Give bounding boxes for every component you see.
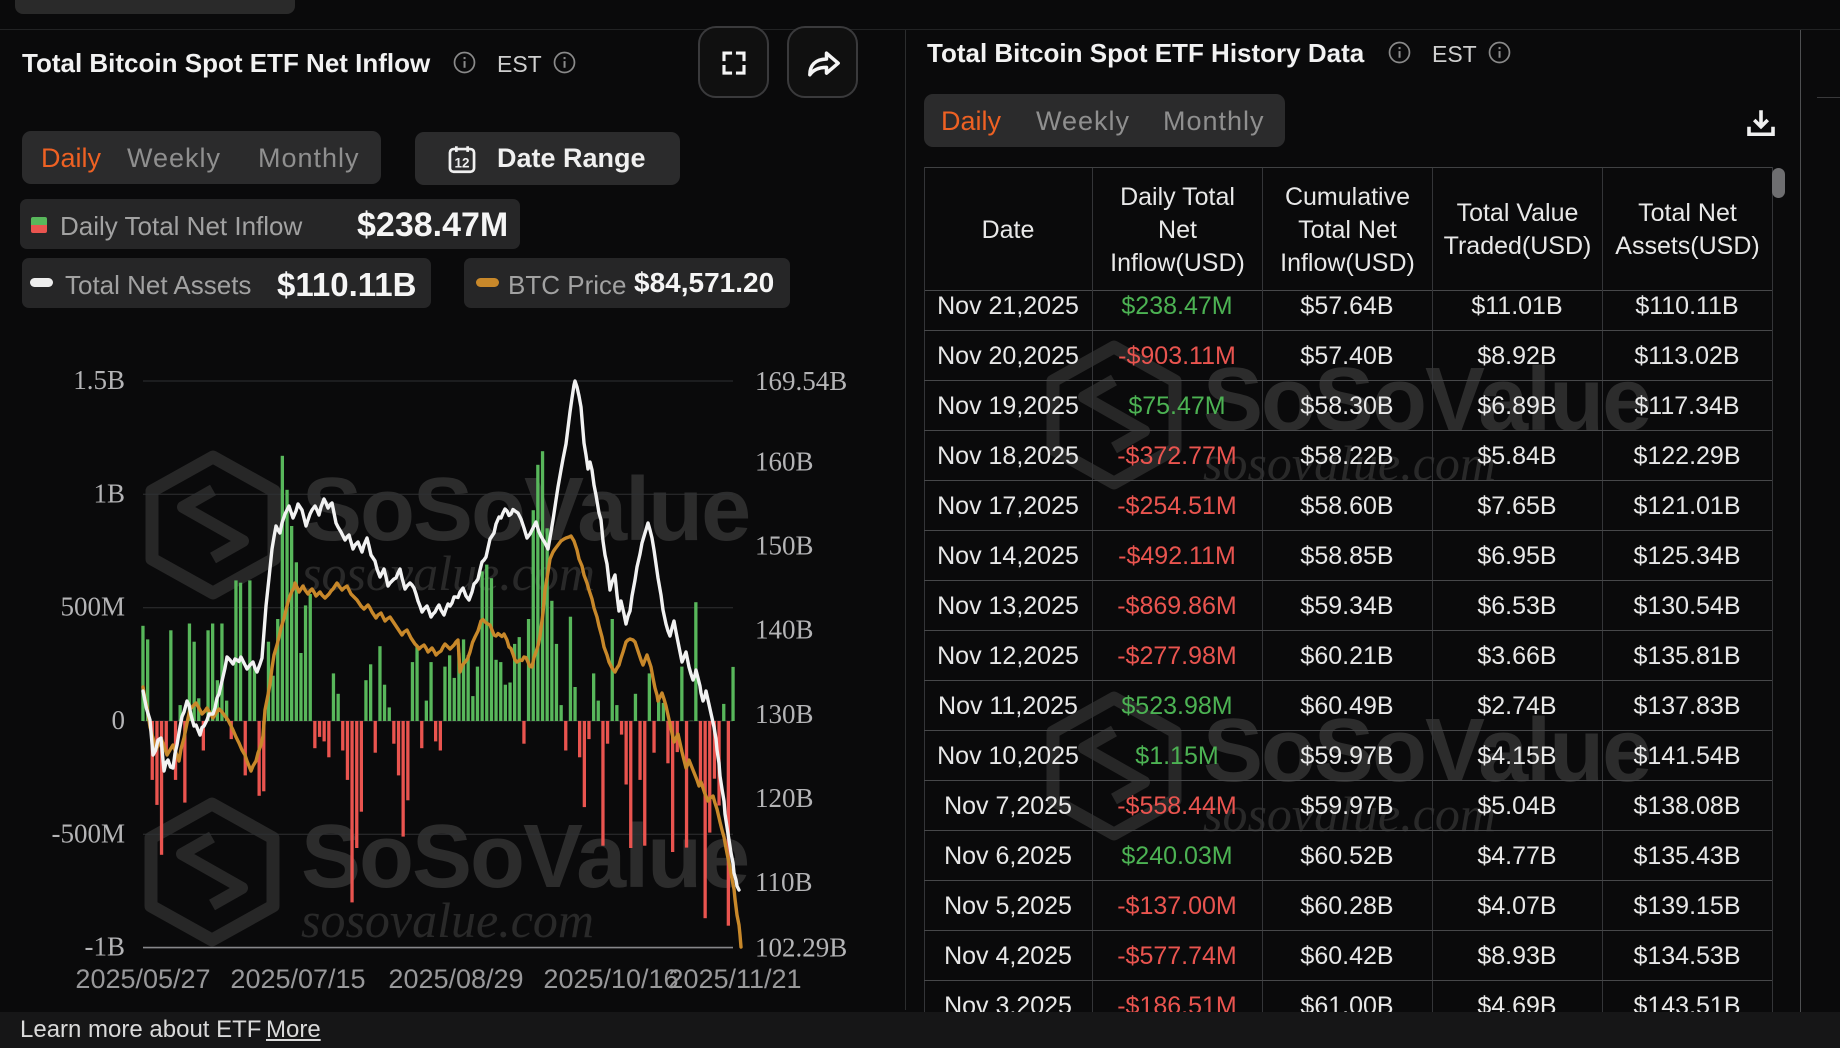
svg-text:102.29B: 102.29B xyxy=(755,933,847,963)
svg-text:sosovalue.com: sosovalue.com xyxy=(301,892,594,948)
svg-text:169.54B: 169.54B xyxy=(755,366,847,396)
svg-text:1B: 1B xyxy=(93,478,125,508)
svg-text:120B: 120B xyxy=(755,783,814,813)
svg-text:0: 0 xyxy=(112,705,126,735)
svg-text:130B: 130B xyxy=(755,699,814,729)
svg-text:2025/07/15: 2025/07/15 xyxy=(230,964,365,994)
svg-text:2025/05/27: 2025/05/27 xyxy=(75,964,210,994)
svg-text:160B: 160B xyxy=(755,446,814,476)
svg-text:-500M: -500M xyxy=(52,818,126,848)
svg-text:1.5B: 1.5B xyxy=(73,365,125,395)
svg-text:-1B: -1B xyxy=(85,932,126,962)
svg-text:150B: 150B xyxy=(755,531,814,561)
svg-text:110B: 110B xyxy=(755,867,813,897)
svg-text:140B: 140B xyxy=(755,615,814,645)
svg-text:2025/11/21: 2025/11/21 xyxy=(668,964,801,994)
svg-text:500M: 500M xyxy=(60,592,125,622)
svg-text:12: 12 xyxy=(455,156,470,171)
svg-text:2025/08/29: 2025/08/29 xyxy=(388,964,523,994)
svg-text:2025/10/16: 2025/10/16 xyxy=(543,964,678,994)
